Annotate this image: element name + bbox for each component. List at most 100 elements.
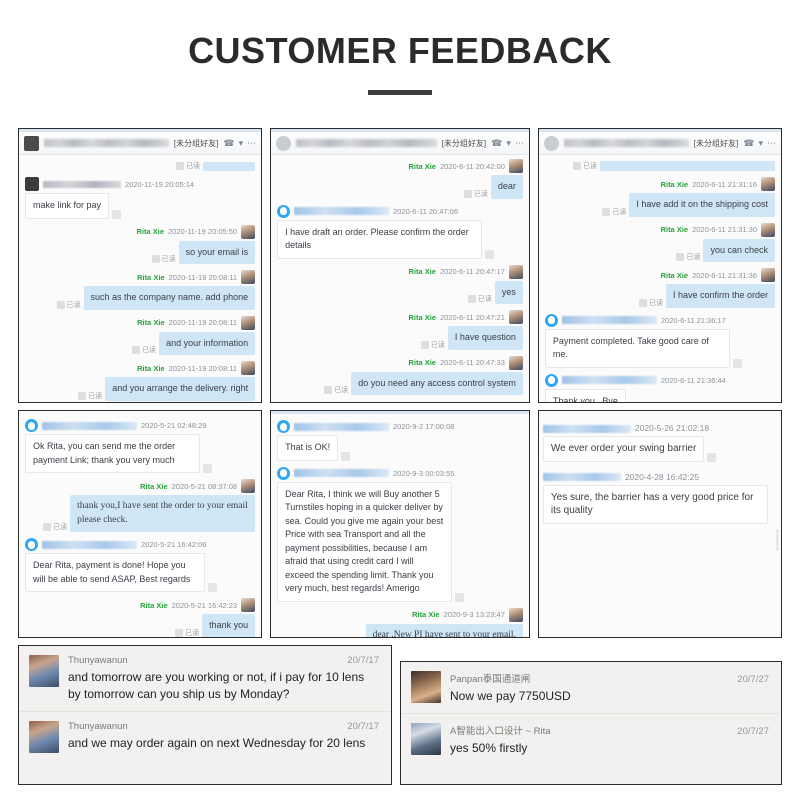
- chat-panel-5: 2020-9-2 17:00:08 That is OK! 2020-9-3 0…: [270, 410, 530, 638]
- message-out: Rita Xie 2020-6-11 20:47:33 已读 do you ne…: [277, 355, 523, 395]
- message-partial: 已读: [25, 161, 256, 171]
- read-checkbox-icon: [78, 391, 87, 400]
- message-time: 2020-6-11 21:36:17: [660, 315, 726, 325]
- chat-header-actions: ☎ ▾ ⋯: [223, 138, 256, 148]
- bubble-action-icon[interactable]: [485, 249, 495, 259]
- avatar: [508, 607, 523, 622]
- chat-bubble: Thank you . Bye: [544, 388, 626, 402]
- chat-bubble: [600, 161, 775, 171]
- list-item-header: A智能出入口设计 ~ Rita 20/7/27: [450, 723, 769, 737]
- read-label: 已读: [583, 163, 597, 170]
- message-stream-6[interactable]: 2020-5-26 21:02:18 We ever order your sw…: [539, 411, 781, 637]
- sender-name: Rita Xie: [660, 225, 689, 234]
- message-meta: Rita Xie 2020-6-11 21:31:30: [545, 222, 775, 237]
- list-item[interactable]: Thunyawanun 20/7/17 and tomorrow are you…: [19, 646, 391, 711]
- list-item-body: Thunyawanun 20/7/17 and tomorrow are you…: [68, 655, 379, 703]
- sender-name-redacted: [294, 469, 390, 477]
- read-label: 已读: [88, 392, 103, 400]
- chat-bubble: [203, 162, 256, 171]
- grid-row-1: [未分组好友] ☎ ▾ ⋯ 已读 2020-11-19 20:05:14 mak…: [18, 128, 782, 403]
- read-checkbox-icon: [602, 207, 611, 216]
- chat-bubble: dear ,New PI have sent to your email.: [365, 623, 523, 637]
- message-stream-1[interactable]: 已读 2020-11-19 20:05:14 make link for pay: [19, 155, 261, 402]
- avatar: [508, 310, 523, 324]
- avatar: [761, 222, 775, 237]
- message-stream-3[interactable]: 已读 Rita Xie 2020-6-11 21:31:16 已读 I have…: [539, 155, 781, 402]
- sender-name-redacted: [294, 207, 390, 215]
- sender-name-redacted: [561, 316, 657, 324]
- sender-name-redacted: [42, 421, 137, 430]
- group-tag: [未分组好友]: [173, 138, 219, 148]
- read-checkbox-icon: [420, 340, 429, 349]
- list-item[interactable]: Thunyawanun 20/7/17 and we may order aga…: [19, 711, 391, 761]
- bubble-action-icon[interactable]: [341, 451, 351, 461]
- message-meta: 2020-11-19 20:05:14: [25, 177, 255, 191]
- chat-header-3: [未分组好友] ☎ ▾ ⋯: [538, 132, 781, 155]
- chat-bubble: Ok Rita, you can send me the order payme…: [25, 434, 200, 473]
- message-stream-4[interactable]: 2020-5-21 02:48:29 Ok Rita, you can send…: [19, 411, 261, 638]
- sender-name-redacted: [542, 473, 621, 481]
- read-label: 已读: [686, 254, 701, 261]
- more-horizontal-icon[interactable]: ⋯: [247, 138, 256, 148]
- chat-bubble: Yes sure, the barrier has a very good pr…: [542, 484, 768, 524]
- message-meta: 2020-6-11 20:47:06: [277, 204, 523, 218]
- message-time: 2020-5-21 16:42:23: [171, 600, 238, 610]
- chat-bubble: dear: [490, 175, 523, 199]
- read-label: 已读: [612, 208, 627, 216]
- bubble-action-icon[interactable]: [707, 452, 717, 462]
- message-stream-2[interactable]: Rita Xie 2020-6-11 20:42:00 已读 dear 2020…: [271, 155, 529, 402]
- feedback-card-left: Thunyawanun 20/7/17 and tomorrow are you…: [18, 645, 392, 785]
- sender-name: A智能出入口设计 ~ Rita: [450, 726, 551, 737]
- message-time: 2020-6-11 21:31:30: [692, 225, 757, 234]
- message-out: Rita Xie 2020-5-21 08:37:08 已读 thank you…: [25, 479, 256, 532]
- read-receipt: 已读: [175, 628, 199, 638]
- bubble-action-icon[interactable]: [112, 209, 122, 219]
- read-label: 已读: [349, 637, 363, 638]
- read-receipt: 已读: [420, 340, 445, 350]
- read-checkbox-icon: [676, 253, 685, 261]
- chevron-down-icon[interactable]: ▾: [506, 138, 511, 148]
- feedback-grid: [未分组好友] ☎ ▾ ⋯ 已读 2020-11-19 20:05:14 mak…: [18, 128, 782, 785]
- phone-call-icon[interactable]: ☎: [743, 138, 754, 148]
- message-out: Rita Xie 2020-9-3 13:23:47 已读 dear ,New …: [277, 607, 523, 638]
- message-date: 20/7/17: [347, 721, 379, 732]
- more-horizontal-icon[interactable]: ⋯: [515, 138, 524, 148]
- more-horizontal-icon[interactable]: ⋯: [767, 138, 776, 148]
- message-meta: Rita Xie 2020-9-3 13:23:47: [277, 607, 523, 622]
- chat-bubble: That is OK!: [277, 435, 339, 461]
- chevron-down-icon[interactable]: ▾: [758, 138, 763, 148]
- sender-name-redacted: [294, 422, 390, 431]
- phone-call-icon[interactable]: ☎: [223, 138, 234, 148]
- read-checkbox-icon: [638, 298, 647, 307]
- bubble-action-icon[interactable]: [203, 464, 212, 473]
- chat-bubble: you can check: [703, 238, 775, 262]
- sender-name: Rita Xie: [408, 161, 436, 171]
- phone-call-icon[interactable]: ☎: [491, 138, 502, 148]
- list-item-header: Thunyawanun 20/7/17: [68, 721, 379, 732]
- scrollbar-thumb[interactable]: [776, 529, 779, 551]
- message-stream-5[interactable]: 2020-9-2 17:00:08 That is OK! 2020-9-3 0…: [271, 414, 529, 638]
- bubble-action-icon[interactable]: [732, 358, 742, 368]
- read-receipt: 已读: [602, 207, 626, 217]
- message-time: 2020-9-3 00:03:55: [393, 468, 455, 478]
- list-item-body: A智能出入口设计 ~ Rita 20/7/27 yes 50% firstly: [450, 723, 769, 757]
- avatar: [411, 671, 441, 703]
- read-checkbox-icon: [132, 346, 141, 354]
- bubble-action-icon[interactable]: [208, 583, 217, 592]
- list-item[interactable]: Panpan泰国通道闸 20/7/27 Now we pay 7750USD: [401, 662, 781, 713]
- chat-bubble: We ever order your swing barrier: [542, 436, 705, 462]
- avatar: [508, 159, 523, 173]
- read-receipt: 已读: [78, 391, 102, 401]
- message-time: 2020-9-3 13:23:47: [443, 610, 505, 619]
- message-meta: Rita Xie 2020-6-11 20:42:00: [277, 159, 523, 173]
- chevron-down-icon[interactable]: ▾: [239, 138, 244, 148]
- read-checkbox-icon: [463, 189, 472, 198]
- message-out: Rita Xie 2020-11-19 20:08:11 已读 and you …: [25, 361, 256, 401]
- message-meta: Rita Xie 2020-5-21 08:37:08: [25, 479, 256, 493]
- message-time: 2020-11-19 20:08:11: [168, 318, 238, 327]
- read-label: 已读: [185, 629, 200, 637]
- sender-name-redacted: [542, 424, 631, 433]
- bubble-action-icon[interactable]: [455, 592, 465, 602]
- sender-name: Rita Xie: [408, 312, 436, 322]
- list-item[interactable]: A智能出入口设计 ~ Rita 20/7/27 yes 50% firstly: [401, 713, 781, 765]
